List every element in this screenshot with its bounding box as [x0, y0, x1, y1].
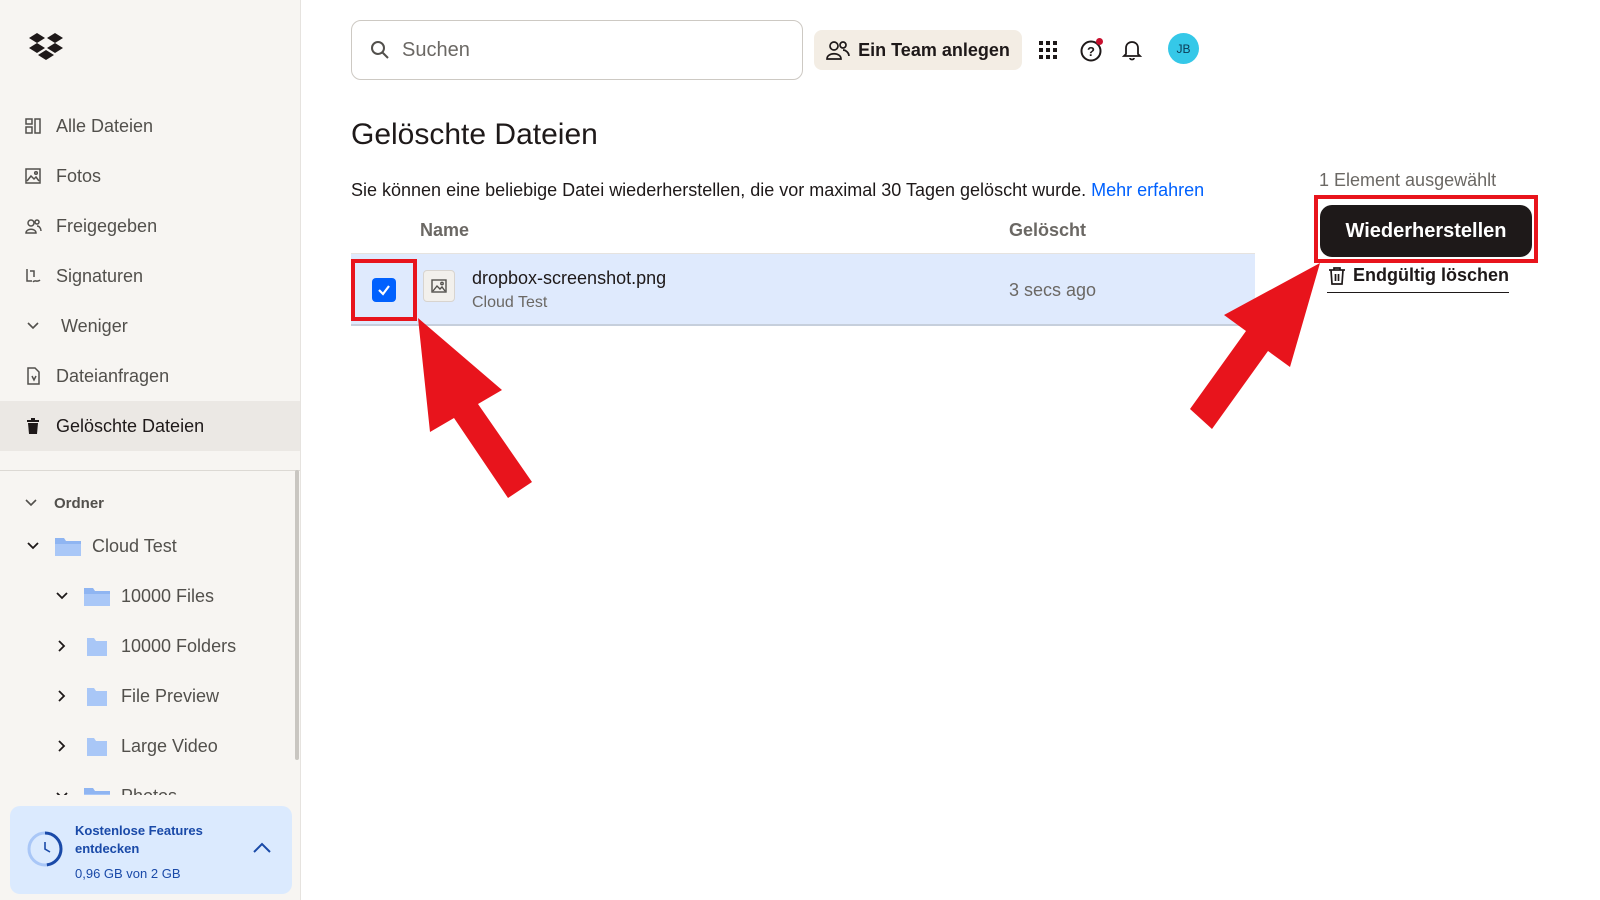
sidebar-item-deleted-files[interactable]: Gelöschte Dateien — [0, 401, 300, 451]
avatar[interactable]: JB — [1168, 33, 1199, 64]
red-arrow-icon — [1190, 263, 1320, 429]
folder-open-icon — [84, 588, 110, 606]
tree-item-file-preview[interactable]: File Preview — [0, 671, 296, 721]
search-input[interactable] — [400, 37, 784, 63]
tree-item-label: Cloud Test — [92, 535, 177, 556]
red-arrow-icon — [418, 318, 532, 498]
sidebar-divider — [0, 470, 300, 471]
folder-tree-title: Ordner — [54, 494, 105, 512]
sidebar-item-label: Signaturen — [56, 265, 144, 286]
sidebar-item-label: Fotos — [56, 165, 102, 186]
dropbox-logo-icon[interactable] — [28, 32, 64, 62]
tree-item-large-video[interactable]: Large Video — [0, 721, 296, 771]
tree-item-10000-files[interactable]: 10000 Files — [0, 571, 296, 621]
search-icon — [370, 40, 390, 60]
sidebar-item-less[interactable]: Weniger — [0, 301, 300, 351]
tree-item-photos[interactable]: Photos — [0, 771, 296, 795]
team-icon — [826, 41, 850, 60]
chevron-up-icon[interactable] — [252, 840, 272, 854]
tree-item-cloud-test[interactable]: Cloud Test — [0, 521, 296, 571]
sidebar-item-file-requests[interactable]: Dateianfragen — [0, 351, 300, 401]
apps-grid-icon[interactable] — [1034, 36, 1062, 64]
chevron-down-icon[interactable] — [53, 587, 71, 605]
sidebar-item-label: Weniger — [61, 315, 128, 336]
folder-icon — [87, 688, 107, 706]
chevron-down-icon — [24, 317, 42, 335]
shared-icon — [24, 217, 42, 235]
tree-item-label: 10000 Folders — [121, 635, 237, 656]
promo-title: Kostenlose Features entdecken — [75, 823, 203, 856]
tree-item-label: 10000 Files — [121, 585, 215, 606]
file-requests-icon — [24, 367, 42, 385]
folder-tree-header[interactable]: Ordner — [0, 485, 296, 521]
chevron-down-icon[interactable] — [24, 537, 42, 555]
learn-more-link[interactable]: Mehr erfahren — [1091, 180, 1204, 200]
info-text: Sie können eine beliebige Datei wiederhe… — [351, 180, 1204, 201]
delete-permanently-label: Endgültig löschen — [1353, 265, 1509, 285]
storage-usage-text: 0,96 GB von 2 GB — [75, 866, 181, 881]
bell-icon[interactable] — [1118, 36, 1146, 64]
tree-item-10000-folders[interactable]: 10000 Folders — [0, 621, 296, 671]
search-box[interactable] — [351, 20, 803, 80]
column-header-name[interactable]: Name — [420, 220, 469, 241]
create-team-label: Ein Team anlegen — [858, 39, 1010, 60]
column-header-deleted[interactable]: Gelöscht — [1009, 220, 1086, 241]
chevron-down-icon — [24, 498, 42, 508]
photos-icon — [24, 167, 42, 185]
storage-progress-ring — [27, 831, 63, 867]
svg-text:?: ? — [1087, 44, 1095, 59]
image-file-icon — [423, 270, 455, 302]
restore-highlight-box — [1314, 195, 1538, 263]
sidebar-item-label: Alle Dateien — [56, 115, 154, 136]
sidebar-item-label: Dateianfragen — [56, 365, 170, 386]
sidebar-item-label: Freigegeben — [56, 215, 158, 236]
folder-tree: Ordner Cloud Test 10000 Files 10000 Fold… — [0, 485, 296, 795]
folder-open-icon — [55, 538, 81, 556]
tree-item-label: Photos — [121, 786, 177, 796]
page-title: Gelöschte Dateien — [351, 118, 598, 151]
sidebar-item-all-files[interactable]: Alle Dateien — [0, 101, 300, 151]
sidebar-item-photos[interactable]: Fotos — [0, 151, 300, 201]
delete-permanently-link[interactable]: Endgültig löschen — [1327, 265, 1509, 293]
sidebar-nav: Alle Dateien Fotos Freigegeben Signature… — [0, 101, 300, 451]
file-name[interactable]: dropbox-screenshot.png — [472, 268, 666, 289]
sidebar-item-label: Gelöschte Dateien — [56, 415, 205, 436]
file-deleted-time: 3 secs ago — [1009, 280, 1097, 300]
sidebar-item-signatures[interactable]: Signaturen — [0, 251, 300, 301]
folder-icon — [87, 738, 107, 756]
trash-icon — [24, 417, 42, 435]
create-team-button[interactable]: Ein Team anlegen — [814, 30, 1022, 70]
chevron-down-icon[interactable] — [53, 787, 71, 795]
help-icon[interactable]: ? — [1078, 36, 1106, 64]
info-message: Sie können eine beliebige Datei wiederhe… — [351, 180, 1087, 200]
selection-count: 1 Element ausgewählt — [1319, 170, 1497, 190]
folder-open-icon — [84, 788, 110, 795]
sidebar-item-shared[interactable]: Freigegeben — [0, 201, 300, 251]
tree-item-label: Large Video — [121, 735, 218, 756]
sidebar: Alle Dateien Fotos Freigegeben Signature… — [0, 0, 301, 900]
tree-item-label: File Preview — [121, 685, 220, 706]
chevron-right-icon[interactable] — [53, 637, 71, 655]
all-files-icon — [24, 117, 42, 135]
signatures-icon — [24, 267, 42, 285]
chevron-right-icon[interactable] — [53, 687, 71, 705]
free-features-promo[interactable]: Kostenlose Features entdecken 0,96 GB vo… — [10, 806, 292, 894]
folder-icon — [87, 638, 107, 656]
chevron-right-icon[interactable] — [53, 737, 71, 755]
